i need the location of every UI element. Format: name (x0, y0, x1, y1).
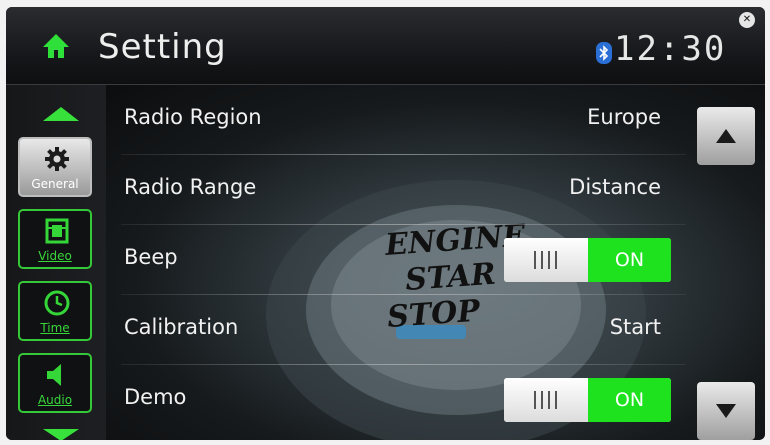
gear-icon (45, 147, 69, 171)
sidebar-item-audio[interactable]: Audio (18, 353, 92, 413)
setting-row-beep[interactable]: Beep ON (106, 225, 691, 295)
setting-row-radio-region[interactable]: Radio Region Europe (106, 85, 691, 155)
toggle-knob[interactable] (504, 378, 588, 422)
toggle-knob[interactable] (504, 238, 588, 282)
home-icon[interactable] (42, 32, 70, 60)
beep-toggle[interactable]: ON (504, 238, 671, 282)
sidebar-item-general[interactable]: General (18, 137, 92, 197)
setting-value[interactable]: Start (610, 315, 661, 339)
clock-display: 12:30 (614, 29, 727, 69)
sidebar-item-label: Time (40, 321, 70, 335)
page-title: Setting (98, 27, 227, 67)
sidebar-item-video[interactable]: Video (18, 209, 92, 269)
settings-panel: ENGINE STAR STOP Radio Region Europe Rad… (106, 85, 765, 440)
sidebar-item-label: Audio (37, 393, 73, 407)
sidebar-item-time[interactable]: Time (18, 281, 92, 341)
speaker-icon (47, 364, 61, 386)
arrow-down-icon (716, 404, 736, 418)
film-icon (45, 218, 69, 244)
setting-row-calibration[interactable]: Calibration Start (106, 295, 691, 365)
scroll-up-button[interactable] (697, 107, 755, 165)
head-unit-screen: Setting 12:30 ✕ General Video Time Audio… (6, 7, 765, 440)
sidebar-scroll-up-icon[interactable] (43, 107, 79, 121)
setting-row-radio-range[interactable]: Radio Range Distance (106, 155, 691, 225)
setting-value[interactable]: Europe (587, 105, 661, 129)
toggle-on-label: ON (588, 378, 671, 422)
setting-label: Radio Region (124, 105, 262, 129)
sidebar: General Video Time Audio (6, 85, 106, 440)
clock-icon (44, 290, 70, 316)
arrow-up-icon (716, 129, 736, 143)
toggle-on-label: ON (588, 238, 671, 282)
setting-label: Demo (124, 385, 187, 409)
demo-toggle[interactable]: ON (504, 378, 671, 422)
sidebar-item-label: Video (38, 249, 72, 263)
setting-value[interactable]: Distance (569, 175, 661, 199)
scroll-down-button[interactable] (697, 382, 755, 440)
grip-icon (534, 391, 557, 409)
setting-row-demo[interactable]: Demo ON (106, 365, 691, 435)
sidebar-scroll-down-icon[interactable] (43, 429, 79, 440)
setting-label: Radio Range (124, 175, 257, 199)
grip-icon (534, 251, 557, 269)
setting-label: Beep (124, 245, 178, 269)
header-bar: Setting 12:30 ✕ (6, 7, 765, 85)
close-icon[interactable]: ✕ (739, 12, 755, 28)
bluetooth-icon (596, 42, 612, 64)
setting-label: Calibration (124, 315, 239, 339)
sidebar-item-label: General (31, 177, 79, 191)
